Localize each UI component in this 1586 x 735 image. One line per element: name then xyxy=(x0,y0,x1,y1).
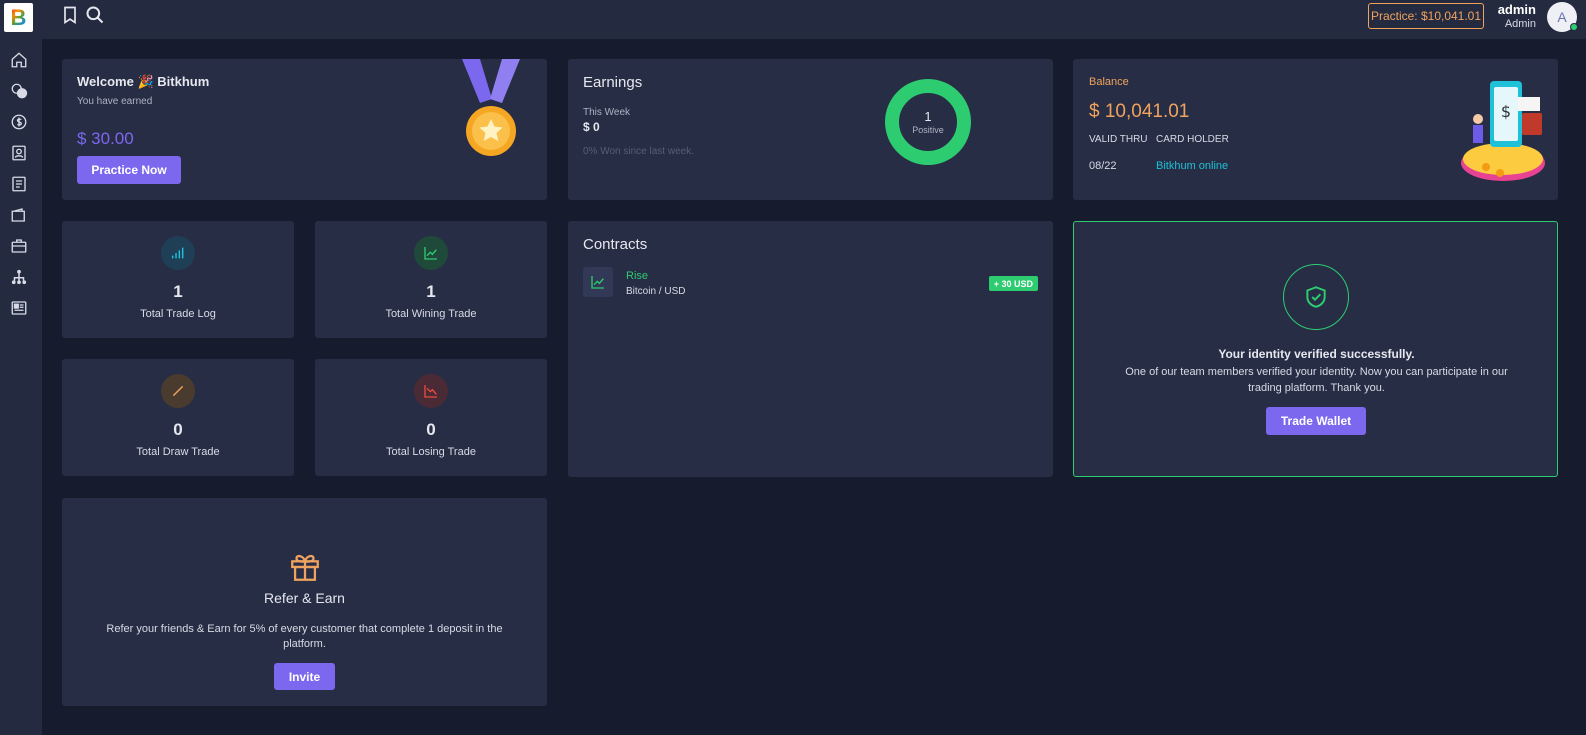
refer-text-line2: platform. xyxy=(283,638,326,650)
briefcase-icon[interactable] xyxy=(10,237,28,255)
shield-check-icon xyxy=(1283,264,1349,330)
home-icon[interactable] xyxy=(10,51,28,69)
stat-label: Total Losing Trade xyxy=(386,446,476,458)
donut-label: Positive xyxy=(912,125,944,135)
online-status-dot xyxy=(1570,23,1578,31)
verified-text-line2: trading platform. Thank you. xyxy=(1248,382,1385,394)
contract-type: Rise xyxy=(626,270,649,282)
party-icon: 🎉 xyxy=(137,74,154,89)
earnings-title: Earnings xyxy=(583,74,643,91)
gift-icon xyxy=(291,554,319,581)
newspaper-icon[interactable] xyxy=(10,299,28,317)
earned-amount: $ 30.00 xyxy=(77,129,134,148)
bar-chart-icon xyxy=(161,236,195,270)
top-bar: B Practice: $10,041.01 admin Admin A xyxy=(0,0,1586,39)
stat-value: 0 xyxy=(173,420,183,439)
earnings-card: Earnings This Week $ 0 0% Won since last… xyxy=(568,59,1053,200)
svg-text:$: $ xyxy=(1501,102,1511,121)
stat-value: 0 xyxy=(426,420,436,439)
user-name: admin xyxy=(1497,2,1536,17)
stat-card-draw-trade: 0 Total Draw Trade xyxy=(62,359,294,476)
refer-text-line1: Refer your friends & Earn for 5% of ever… xyxy=(106,623,503,635)
network-icon[interactable] xyxy=(10,268,28,286)
stat-value: 1 xyxy=(173,282,183,301)
welcome-subtitle: You have earned xyxy=(77,96,153,107)
contract-row[interactable]: Rise Bitcoin / USD + 30 USD xyxy=(583,267,1038,299)
dollar-icon[interactable] xyxy=(10,113,28,131)
document-icon[interactable] xyxy=(10,175,28,193)
stat-value: 1 xyxy=(426,282,436,301)
stat-label: Total Draw Trade xyxy=(136,446,220,458)
rise-chart-icon xyxy=(583,267,613,297)
app-logo[interactable]: B xyxy=(4,3,33,32)
balance-label: Balance xyxy=(1089,76,1129,88)
stat-card-losing-trade: 0 Total Losing Trade xyxy=(315,359,547,476)
welcome-card: Welcome 🎉 Bitkhum You have earned $ 30.0… xyxy=(62,59,547,200)
week-value: $ 0 xyxy=(583,120,600,134)
earnings-note: 0% Won since last week. xyxy=(583,146,694,157)
medal-icon xyxy=(462,59,520,156)
balance-amount: $ 10,041.01 xyxy=(1089,101,1190,122)
stat-label: Total Trade Log xyxy=(140,308,216,320)
balance-card: Balance $ 10,041.01 VALID THRU CARD HOLD… xyxy=(1073,59,1558,200)
avatar[interactable]: A xyxy=(1547,2,1578,32)
coins-icon[interactable] xyxy=(10,82,28,100)
week-label: This Week xyxy=(583,107,631,118)
user-role: Admin xyxy=(1504,18,1536,30)
trend-up-icon xyxy=(414,236,448,270)
refer-earn-card: Refer & Earn Refer your friends & Earn f… xyxy=(62,498,547,706)
card-holder-value: Bitkhum online xyxy=(1156,160,1229,172)
slash-icon xyxy=(161,374,195,408)
bookmark-icon[interactable] xyxy=(60,5,80,25)
verified-title: Your identity verified successfully. xyxy=(1218,347,1415,361)
card-holder-label: CARD HOLDER xyxy=(1156,134,1229,145)
search-icon[interactable] xyxy=(85,5,105,25)
contract-pair: Bitcoin / USD xyxy=(626,286,686,297)
trade-wallet-button[interactable]: Trade Wallet xyxy=(1266,407,1366,435)
practice-balance-button[interactable]: Practice: $10,041.01 xyxy=(1368,3,1484,29)
contacts-icon[interactable] xyxy=(10,144,28,162)
donut-value: 1 xyxy=(924,109,932,124)
mobile-payment-illustration: $ xyxy=(1461,81,1545,181)
valid-thru-value: 08/22 xyxy=(1089,160,1117,172)
practice-now-button[interactable]: Practice Now xyxy=(77,156,181,184)
wallet-icon[interactable] xyxy=(10,206,28,224)
trend-down-icon xyxy=(414,374,448,408)
stat-card-winning-trade: 1 Total Wining Trade xyxy=(315,221,547,338)
profit-badge: + 30 USD xyxy=(988,276,1038,291)
stat-card-trade-log: 1 Total Trade Log xyxy=(62,221,294,338)
welcome-title: Welcome 🎉 Bitkhum xyxy=(77,74,210,89)
sidebar xyxy=(0,39,42,735)
stat-label: Total Wining Trade xyxy=(385,308,477,320)
valid-thru-label: VALID THRU xyxy=(1089,134,1148,145)
identity-verified-card: Your identity verified successfully. One… xyxy=(1073,221,1558,477)
verified-text-line1: One of our team members verified your id… xyxy=(1125,366,1508,378)
invite-button[interactable]: Invite xyxy=(274,663,335,690)
contracts-card: Contracts Rise Bitcoin / USD + 30 USD xyxy=(568,221,1053,477)
contracts-title: Contracts xyxy=(583,236,648,253)
refer-title: Refer & Earn xyxy=(264,590,345,606)
